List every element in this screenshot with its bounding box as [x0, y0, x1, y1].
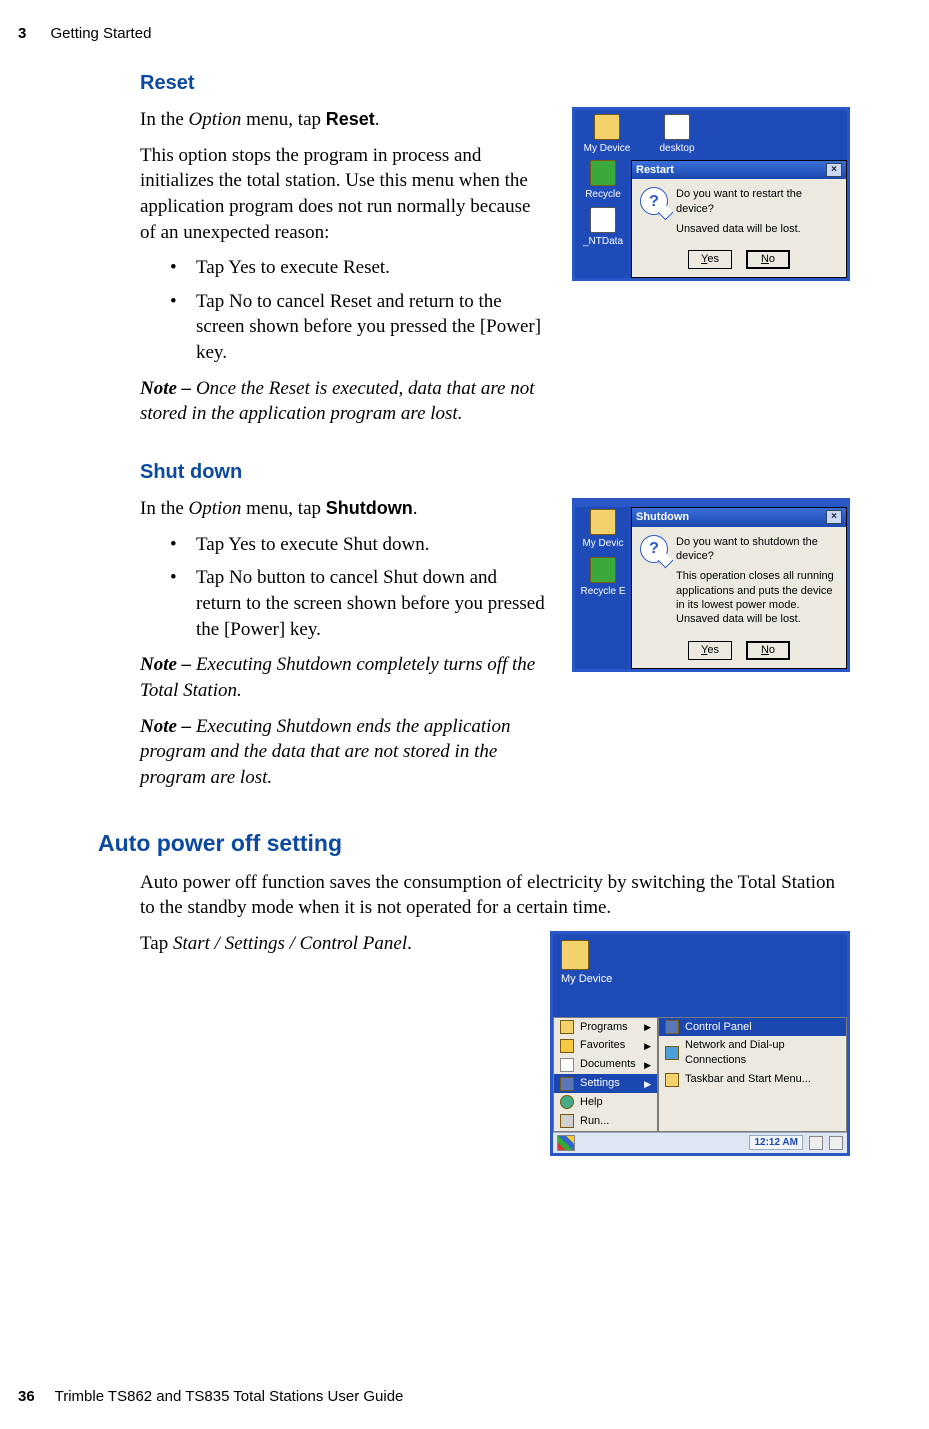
menu-item-programs[interactable]: Programs▶	[554, 1018, 657, 1037]
close-icon[interactable]: ×	[826, 163, 842, 177]
yes-button[interactable]: Yes	[688, 641, 732, 660]
shutdown-intro: In the Option menu, tap Shutdown.	[140, 496, 545, 522]
reset-section: Reset My Device desktop Recycle _NTData …	[140, 70, 850, 437]
chapter-number: 3	[18, 25, 26, 42]
taskbar-clock: 12:12 AM	[749, 1135, 803, 1151]
desktop-icon-mydevice: My Devic	[579, 509, 627, 551]
autopower-tap: Tap Start / Settings / Control Panel.	[140, 931, 545, 957]
shutdown-bullet-yes: Tap Yes to execute Shut down.	[140, 532, 545, 558]
page-number: 36	[18, 1388, 35, 1405]
no-button[interactable]: No	[746, 250, 790, 269]
shutdown-dialog: Shutdown × ? Do you want to shutdown the…	[631, 507, 847, 668]
menu-item-settings[interactable]: Settings▶	[554, 1074, 657, 1093]
menu-item-taskbar[interactable]: Taskbar and Start Menu...	[659, 1070, 846, 1089]
tray-icon[interactable]	[809, 1136, 823, 1150]
dialog-title: Restart	[636, 163, 674, 178]
menu-item-network[interactable]: Network and Dial-up Connections	[659, 1036, 846, 1070]
yes-button[interactable]: Yes	[688, 250, 732, 269]
shutdown-note-1: Note – Executing Shutdown completely tur…	[140, 652, 545, 703]
question-icon: ?	[640, 187, 668, 215]
start-menu-screenshot: My Device Programs▶ Favorites▶ Documents…	[550, 931, 850, 1156]
page-footer: 36 Trimble TS862 and TS835 Total Station…	[18, 1387, 403, 1407]
tray-icon[interactable]	[829, 1136, 843, 1150]
menu-item-help[interactable]: Help	[554, 1093, 657, 1112]
desktop-icon-desktop: desktop	[651, 114, 703, 156]
chevron-right-icon: ▶	[644, 1078, 651, 1090]
desktop-icon-mydevice: My Device	[561, 940, 839, 987]
reset-intro: In the Option menu, tap Reset.	[140, 107, 545, 133]
chevron-right-icon: ▶	[644, 1059, 651, 1071]
dialog-text: Do you want to restart the device? Unsav…	[676, 187, 838, 242]
dialog-text: Do you want to shutdown the device? This…	[676, 535, 838, 633]
page-header: 3 Getting Started	[18, 24, 151, 44]
desktop-icon-recycle: Recycle	[579, 160, 627, 202]
autopower-heading: Auto power off setting	[98, 828, 850, 859]
reset-bullet-yes: Tap Yes to execute Reset.	[140, 255, 545, 281]
restart-dialog-screenshot: My Device desktop Recycle _NTData Restar…	[572, 107, 850, 281]
menu-item-run[interactable]: Run...	[554, 1112, 657, 1131]
shutdown-note-2: Note – Executing Shutdown ends the appli…	[140, 714, 545, 791]
book-title: Trimble TS862 and TS835 Total Stations U…	[55, 1388, 404, 1405]
desktop-icon-mydevice: My Device	[581, 114, 633, 156]
shutdown-bullet-no: Tap No button to cancel Shut down and re…	[140, 565, 545, 642]
autopower-section: Auto power off function saves the consum…	[140, 870, 850, 1162]
chevron-right-icon: ▶	[644, 1021, 651, 1033]
shutdown-section: Shut down My Devic Recycle E Shutdown × …	[140, 459, 850, 800]
reset-bullet-no: Tap No to cancel Reset and return to the…	[140, 289, 545, 366]
reset-note: Note – Once the Reset is executed, data …	[140, 376, 545, 427]
menu-item-control-panel[interactable]: Control Panel	[659, 1018, 846, 1037]
menu-item-favorites[interactable]: Favorites▶	[554, 1036, 657, 1055]
shutdown-bullets: Tap Yes to execute Shut down. Tap No but…	[140, 532, 545, 643]
reset-desc: This option stops the program in process…	[140, 143, 545, 246]
question-icon: ?	[640, 535, 668, 563]
taskbar: 12:12 AM	[553, 1132, 847, 1153]
menu-item-documents[interactable]: Documents▶	[554, 1055, 657, 1074]
start-menu-right: Control Panel Network and Dial-up Connec…	[658, 1017, 847, 1132]
start-menu-left: Programs▶ Favorites▶ Documents▶ Settings…	[553, 1017, 658, 1132]
chapter-title: Getting Started	[51, 25, 152, 42]
dialog-title: Shutdown	[636, 510, 689, 525]
desktop-icon-recycle: Recycle E	[579, 557, 627, 599]
close-icon[interactable]: ×	[826, 510, 842, 524]
chevron-right-icon: ▶	[644, 1040, 651, 1052]
autopower-desc: Auto power off function saves the consum…	[140, 870, 850, 921]
desktop-icon-ntdata: _NTData	[579, 207, 627, 249]
page-content: Reset My Device desktop Recycle _NTData …	[140, 70, 850, 1184]
start-button-icon[interactable]	[557, 1135, 575, 1151]
shutdown-heading: Shut down	[140, 459, 850, 486]
no-button[interactable]: No	[746, 641, 790, 660]
reset-heading: Reset	[140, 70, 850, 97]
reset-bullets: Tap Yes to execute Reset. Tap No to canc…	[140, 255, 545, 366]
restart-dialog: Restart × ? Do you want to restart the d…	[631, 160, 847, 279]
shutdown-dialog-screenshot: My Devic Recycle E Shutdown × ? Do you w…	[572, 498, 850, 671]
